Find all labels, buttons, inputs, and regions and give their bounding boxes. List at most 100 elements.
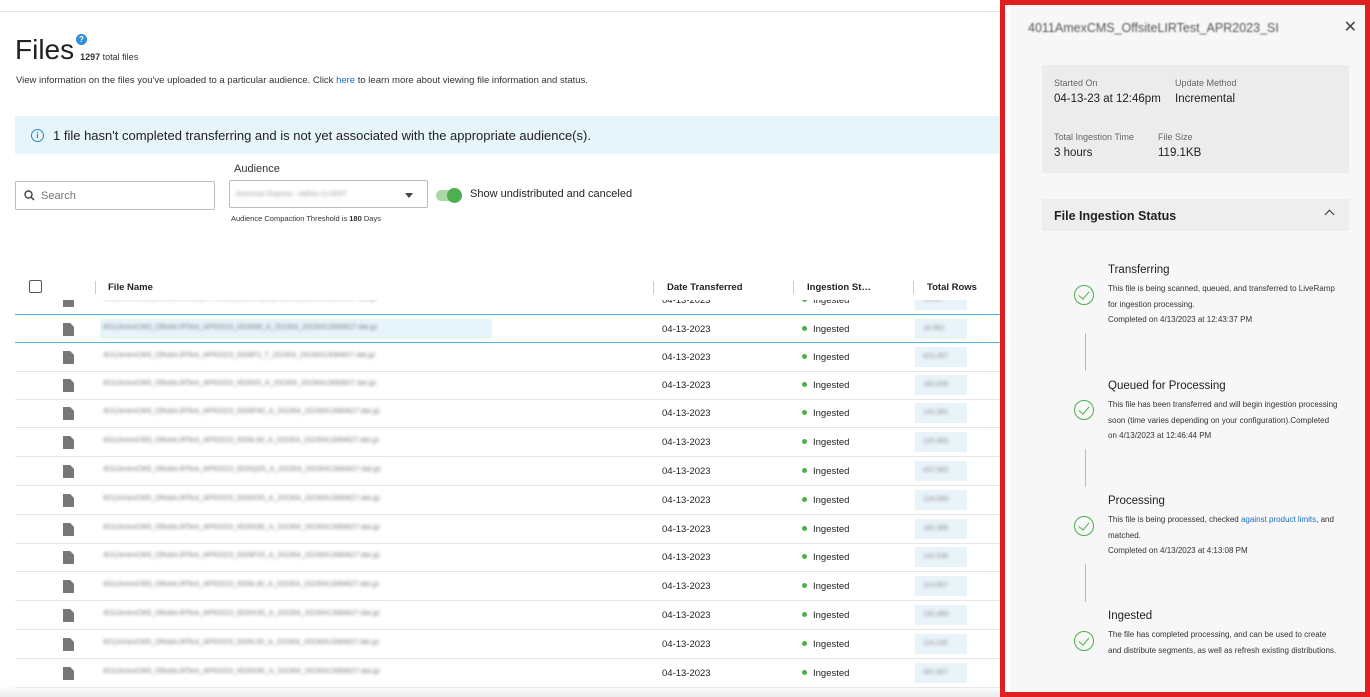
table-row[interactable]: 4011AmexCMS_OffsiteLIRTest_APR2023_0026X… — [15, 515, 1010, 544]
search-input[interactable] — [41, 189, 201, 202]
status-dot-icon — [802, 554, 807, 559]
file-name[interactable]: 4011AmexCMS_OffsiteLIRTest_APR2023_0026M… — [103, 324, 377, 331]
table-row[interactable]: 4011AmexCMS_OffsiteLIRTest_APR2023_0026P… — [15, 543, 1010, 572]
table-row[interactable]: 4011AmexCMS_OffsiteLIRTest_APR2023_0026L… — [15, 630, 1010, 659]
file-icon — [63, 300, 74, 307]
total-rows-cell: 182,469 — [915, 605, 967, 625]
select-all-checkbox[interactable] — [29, 280, 42, 293]
status-dot-icon — [802, 300, 807, 302]
help-icon[interactable]: ? — [76, 34, 87, 45]
check-circle-icon — [1074, 516, 1094, 536]
table-row[interactable]: 4011AmexCMS_OffsiteLIRTest_APR2023_0026L… — [15, 428, 1010, 457]
file-name[interactable]: 4011AmexCMS_OffsiteLIRTest_APR2023_0026L… — [103, 639, 379, 646]
step-completed: Completed on 4/13/2023 at 4:13:08 PM — [1108, 546, 1248, 556]
desc-before: View information on the files you've upl… — [16, 75, 337, 86]
step-title: Processing — [1108, 495, 1165, 507]
header-status[interactable]: Ingestion St… — [807, 282, 871, 293]
ingestion-status: Ingested — [802, 408, 849, 419]
total-rows-cell: 182,385 — [915, 519, 967, 539]
status-dot-icon — [802, 670, 807, 675]
table-row[interactable]: 4011AmexCMS_OffsiteLIRTest_APR2023_0026M… — [15, 300, 1010, 315]
total-rows-cell: 114,657 — [915, 576, 967, 596]
file-name[interactable]: 4011AmexCMS_OffsiteLIRTest_APR2023_0026X… — [103, 668, 380, 675]
file-icon — [63, 551, 74, 564]
date-transferred: 04-13-2023 — [662, 408, 711, 419]
file-name[interactable]: 4011AmexCMS_OffsiteLIRTest_APR2023_0026X… — [103, 380, 376, 387]
file-detail-panel: 4011AmexCMS_OffsiteLIRTest_APR2023_SI ✕ … — [1000, 0, 1370, 697]
step-desc: This file has been transferred and will … — [1108, 397, 1338, 444]
scroll-fade — [0, 686, 1005, 697]
ingestion-status: Ingested — [802, 524, 849, 535]
chevron-up-icon[interactable] — [1324, 209, 1335, 220]
step-title: Ingested — [1108, 610, 1153, 622]
total-rows-cell: 182,839 — [915, 375, 967, 395]
file-name[interactable]: 4011AmexCMS_OffsiteLIRTest_APR2023_0026Q… — [103, 466, 381, 473]
toggle-knob — [447, 188, 462, 203]
table-row[interactable]: 4011AmexCMS_OffsiteLIRTest_APR2023_0026L… — [15, 572, 1010, 601]
ingestion-status: Ingested — [802, 581, 849, 592]
file-name[interactable]: 4011AmexCMS_OffsiteLIRTest_APR2023_0026M… — [103, 300, 377, 302]
ingestion-status: Ingested — [802, 466, 849, 477]
table-header: File Name Date Transferred Ingestion St…… — [15, 278, 1010, 298]
table-row[interactable]: 4011AmexCMS_OffsiteLIRTest_APR2023_0026X… — [15, 371, 1010, 400]
file-icon — [63, 407, 74, 420]
table-row[interactable]: 4011AmexCMS_OffsiteLIRTest_APR2023_0026Q… — [15, 457, 1010, 486]
step-desc: The file has completed processing, and c… — [1108, 627, 1338, 658]
file-name-cell: 4011AmexCMS_OffsiteLIRTest_APR2023_0026X… — [100, 605, 492, 625]
file-name[interactable]: 4011AmexCMS_OffsiteLIRTest_APR2023_0026X… — [103, 524, 380, 531]
size-value: 119.1KB — [1158, 147, 1202, 159]
file-name[interactable]: 4011AmexCMS_OffsiteLIRTest_APR2023_0026X… — [103, 610, 380, 617]
file-name[interactable]: 4011AmexCMS_OffsiteLIRTest_APR2023_0026P… — [103, 552, 380, 559]
ingestion-status: Ingested — [802, 639, 849, 650]
search-box[interactable] — [15, 181, 215, 210]
total-rows: 497,647 — [923, 669, 949, 676]
file-name[interactable]: 4011AmexCMS_OffsiteLIRTest_APR2023_0026P… — [103, 408, 380, 415]
threshold-after: Days — [361, 214, 381, 223]
ingest-time-label: Total Ingestion Time — [1054, 132, 1135, 142]
table-row[interactable]: 4011AmexCMS_OffsiteLIRTest_APR2023_0026X… — [15, 659, 1010, 688]
ingestion-status-header[interactable]: File Ingestion Status — [1042, 199, 1349, 231]
step-desc-text: This file is being scanned, queued, and … — [1108, 284, 1335, 309]
info-icon: i — [31, 128, 44, 142]
file-name[interactable]: 4011AmexCMS_OffsiteLIRTest_APR2023_0026L… — [103, 581, 379, 588]
status-dot-icon — [802, 382, 807, 387]
files-main: Files ? 1297 total files View informatio… — [0, 0, 1010, 697]
panel-body: 4011AmexCMS_OffsiteLIRTest_APR2023_SI ✕ … — [1010, 5, 1365, 692]
audience-select[interactable]: American Express - AdRoc CLIENT — [229, 180, 428, 208]
total-rows-cell: 142,530 — [915, 547, 967, 567]
total-rows: 142,381 — [923, 409, 949, 416]
table-row[interactable]: 4011AmexCMS_OffsiteLIRTest_APR2023_0026F… — [15, 343, 1010, 372]
table-row[interactable]: 4011AmexCMS_OffsiteLIRTest_APR2023_0026X… — [15, 601, 1010, 630]
learn-more-link[interactable]: here — [336, 75, 355, 86]
file-name-cell: 4011AmexCMS_OffsiteLIRTest_APR2023_0026M… — [100, 300, 492, 310]
file-name[interactable]: 4011AmexCMS_OffsiteLIRTest_APR2023_0026F… — [103, 352, 375, 359]
date-transferred: 04-13-2023 — [662, 437, 711, 448]
file-name[interactable]: 4011AmexCMS_OffsiteLIRTest_APR2023_0026X… — [103, 495, 380, 502]
file-icon — [63, 667, 74, 680]
undistributed-toggle[interactable] — [436, 188, 462, 203]
total-rows: 437,583 — [923, 467, 949, 474]
table-row[interactable]: 4011AmexCMS_OffsiteLIRTest_APR2023_0026X… — [15, 486, 1010, 515]
check-circle-icon — [1074, 631, 1094, 651]
total-rows-cell: 142,381 — [915, 403, 967, 423]
product-limits-link[interactable]: against product limits — [1241, 515, 1316, 524]
file-name[interactable]: 4011AmexCMS_OffsiteLIRTest_APR2023_0026L… — [103, 437, 379, 444]
audience-value: American Express - AdRoc CLIENT — [236, 190, 347, 198]
threshold-before: Audience Compaction Threshold is — [231, 214, 350, 223]
table-row[interactable]: 4011AmexCMS_OffsiteLIRTest_APR2023_0026M… — [15, 314, 1010, 343]
table-row[interactable]: 4011AmexCMS_OffsiteLIRTest_APR2023_0026P… — [15, 399, 1010, 428]
step-connector — [1085, 449, 1086, 487]
method-label: Update Method — [1175, 78, 1237, 88]
header-file-name[interactable]: File Name — [108, 282, 153, 293]
toggle-label: Show undistributed and canceled — [470, 188, 633, 200]
ingestion-status: Ingested — [802, 437, 849, 448]
header-date[interactable]: Date Transferred — [667, 282, 743, 293]
header-total-rows[interactable]: Total Rows — [927, 282, 977, 293]
status-text: Ingested — [813, 352, 850, 363]
file-icon — [63, 494, 74, 507]
status-dot-icon — [802, 326, 807, 331]
status-dot-icon — [802, 354, 807, 359]
file-name-cell: 4011AmexCMS_OffsiteLIRTest_APR2023_0026F… — [100, 347, 492, 367]
close-icon[interactable]: ✕ — [1344, 17, 1357, 37]
step-connector — [1085, 564, 1086, 602]
